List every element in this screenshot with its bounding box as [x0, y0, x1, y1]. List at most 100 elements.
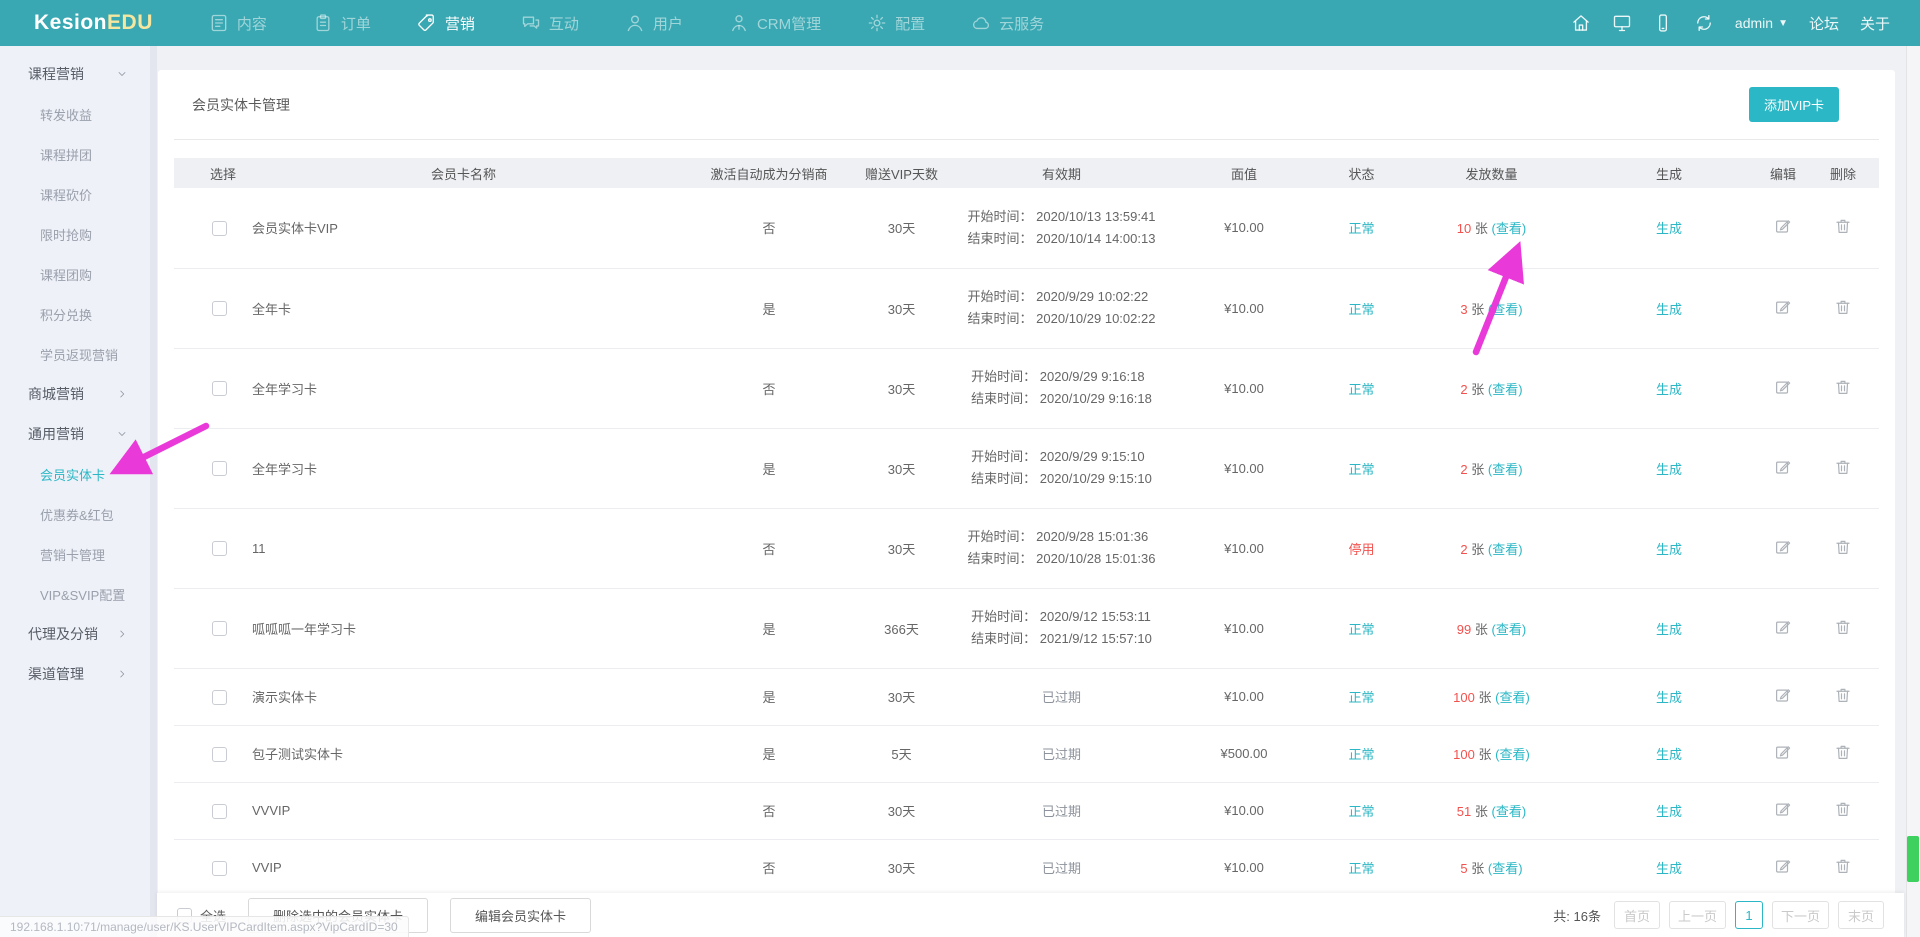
edit-icon[interactable]: [1774, 538, 1792, 556]
edit-icon[interactable]: [1774, 800, 1792, 818]
sidebar-item-VIP&SVIP配置[interactable]: VIP&SVIP配置: [0, 574, 150, 614]
edit-icon[interactable]: [1774, 618, 1792, 636]
row-checkbox[interactable]: [212, 301, 227, 316]
generate-link[interactable]: 生成: [1656, 221, 1682, 236]
sidebar-item-优惠券&红包[interactable]: 优惠券&红包: [0, 494, 150, 534]
forum-link[interactable]: 论坛: [1809, 13, 1839, 34]
sidebar-item-课程营销[interactable]: 课程营销: [0, 54, 150, 94]
trash-icon[interactable]: [1834, 618, 1852, 636]
sidebar-item-渠道管理[interactable]: 渠道管理: [0, 654, 150, 694]
edit-icon[interactable]: [1774, 378, 1792, 396]
generate-link[interactable]: 生成: [1656, 747, 1682, 762]
page-button-1[interactable]: 1: [1735, 901, 1763, 929]
sidebar-item-营销卡管理[interactable]: 营销卡管理: [0, 534, 150, 574]
sidebar-item-课程团购[interactable]: 课程团购: [0, 254, 150, 294]
top-menu-item[interactable]: 互动: [521, 13, 579, 34]
trash-icon[interactable]: [1834, 857, 1852, 875]
row-checkbox[interactable]: [212, 461, 227, 476]
sidebar-item-商城营销[interactable]: 商城营销: [0, 374, 150, 414]
view-link[interactable]: (查看): [1492, 622, 1527, 637]
row-checkbox[interactable]: [212, 381, 227, 396]
edit-icon[interactable]: [1774, 743, 1792, 761]
top-menu-item[interactable]: 配置: [867, 13, 925, 34]
generate-link[interactable]: 生成: [1656, 690, 1682, 705]
edit-icon[interactable]: [1774, 686, 1792, 704]
view-link[interactable]: (查看): [1495, 690, 1530, 705]
page-button-首页[interactable]: 首页: [1614, 901, 1660, 929]
row-checkbox[interactable]: [212, 861, 227, 876]
card-name: 会员实体卡VIP: [238, 188, 689, 268]
refresh-icon[interactable]: [1694, 13, 1714, 33]
view-link[interactable]: (查看): [1492, 221, 1527, 236]
generate-link[interactable]: 生成: [1656, 542, 1682, 557]
row-checkbox[interactable]: [212, 804, 227, 819]
generate-link[interactable]: 生成: [1656, 622, 1682, 637]
browser-status-url: 192.168.1.10:71/manage/user/KS.UserVIPCa…: [0, 916, 409, 937]
row-checkbox[interactable]: [212, 221, 227, 236]
generate-link[interactable]: 生成: [1656, 861, 1682, 876]
page-button-下一页[interactable]: 下一页: [1772, 901, 1829, 929]
sidebar-item-会员实体卡[interactable]: 会员实体卡: [0, 454, 150, 494]
view-link[interactable]: (查看): [1488, 382, 1523, 397]
sidebar-item-代理及分销[interactable]: 代理及分销: [0, 614, 150, 654]
trash-icon[interactable]: [1834, 378, 1852, 396]
sidebar-item-通用营销[interactable]: 通用营销: [0, 414, 150, 454]
about-link[interactable]: 关于: [1860, 13, 1890, 34]
top-menu-item[interactable]: 营销: [417, 13, 475, 34]
admin-dropdown[interactable]: admin▼: [1735, 15, 1788, 31]
row-checkbox[interactable]: [212, 621, 227, 636]
sidebar-scrollbar[interactable]: [150, 46, 157, 937]
face-value: ¥10.00: [1169, 588, 1319, 668]
edit-icon[interactable]: [1774, 298, 1792, 316]
page-button-上一页[interactable]: 上一页: [1669, 901, 1726, 929]
generate-link[interactable]: 生成: [1656, 804, 1682, 819]
top-menu-item[interactable]: 用户: [625, 13, 683, 34]
monitor-icon[interactable]: [1612, 13, 1632, 33]
trash-icon[interactable]: [1834, 458, 1852, 476]
generate-link[interactable]: 生成: [1656, 302, 1682, 317]
page-scrollbar[interactable]: [1906, 46, 1920, 937]
top-menu-item[interactable]: 内容: [209, 13, 267, 34]
row-checkbox[interactable]: [212, 747, 227, 762]
row-checkbox[interactable]: [212, 541, 227, 556]
issued-count: 5: [1460, 861, 1467, 876]
view-link[interactable]: (查看): [1488, 462, 1523, 477]
view-link[interactable]: (查看): [1488, 302, 1523, 317]
page-button-末页[interactable]: 末页: [1838, 901, 1884, 929]
view-link[interactable]: (查看): [1488, 861, 1523, 876]
top-menu: 内容 订单 营销 互动 用户 CRM管理 配置 云服务: [209, 13, 1044, 34]
trash-icon[interactable]: [1834, 800, 1852, 818]
sidebar-item-学员返现营销[interactable]: 学员返现营销: [0, 334, 150, 374]
trash-icon[interactable]: [1834, 298, 1852, 316]
sidebar-item-限时抢购[interactable]: 限时抢购: [0, 214, 150, 254]
page-scrollbar-thumb[interactable]: [1907, 836, 1919, 882]
sidebar-item-积分兑换[interactable]: 积分兑换: [0, 294, 150, 334]
pagination: 共: 16条 首页上一页1下一页末页: [1553, 901, 1884, 929]
sidebar-item-课程拼团[interactable]: 课程拼团: [0, 134, 150, 174]
generate-link[interactable]: 生成: [1656, 462, 1682, 477]
row-checkbox[interactable]: [212, 690, 227, 705]
top-menu-item[interactable]: CRM管理: [729, 13, 821, 34]
sidebar-item-转发收益[interactable]: 转发收益: [0, 94, 150, 134]
trash-icon[interactable]: [1834, 686, 1852, 704]
table-row: 会员实体卡VIP否30天开始时间： 2020/10/13 13:59:41结束时…: [174, 188, 1879, 268]
sidebar-item-label: 会员实体卡: [40, 465, 105, 484]
edit-icon[interactable]: [1774, 458, 1792, 476]
view-link[interactable]: (查看): [1492, 804, 1527, 819]
add-vip-card-button[interactable]: 添加VIP卡: [1749, 87, 1839, 122]
view-link[interactable]: (查看): [1488, 542, 1523, 557]
trash-icon[interactable]: [1834, 217, 1852, 235]
trash-icon[interactable]: [1834, 538, 1852, 556]
generate-link[interactable]: 生成: [1656, 382, 1682, 397]
edit-icon[interactable]: [1774, 217, 1792, 235]
mobile-icon[interactable]: [1653, 13, 1673, 33]
sidebar-item-label: 积分兑换: [40, 305, 92, 324]
view-link[interactable]: (查看): [1495, 747, 1530, 762]
trash-icon[interactable]: [1834, 743, 1852, 761]
home-icon[interactable]: [1571, 13, 1591, 33]
top-menu-item[interactable]: 订单: [313, 13, 371, 34]
sidebar-item-课程砍价[interactable]: 课程砍价: [0, 174, 150, 214]
edit-card-button[interactable]: 编辑会员实体卡: [450, 898, 591, 933]
top-menu-item[interactable]: 云服务: [971, 13, 1044, 34]
edit-icon[interactable]: [1774, 857, 1792, 875]
